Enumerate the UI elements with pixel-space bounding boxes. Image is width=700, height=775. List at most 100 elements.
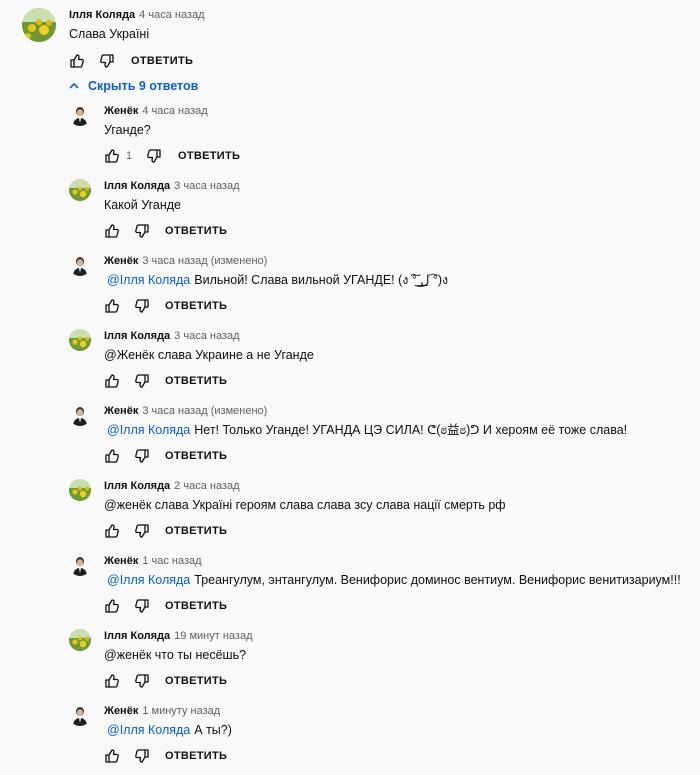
comment-header: Женёк 1 минуту назад bbox=[104, 704, 220, 718]
ilya-avatar[interactable] bbox=[69, 479, 91, 501]
reply-button[interactable]: ОТВЕТИТЬ bbox=[178, 150, 240, 162]
author-name[interactable]: Ілля Коляда bbox=[104, 480, 170, 492]
thumbs-up-icon[interactable] bbox=[104, 673, 120, 689]
thumbs-down-icon[interactable] bbox=[134, 598, 150, 614]
thumbs-up-icon[interactable] bbox=[69, 53, 85, 69]
reply-comment: Ілля Коляда 2 часа назад @женёк слава Укр… bbox=[0, 475, 700, 550]
reply-button[interactable]: ОТВЕТИТЬ bbox=[165, 450, 227, 462]
comment-text: @Ілля Коляда Вильной! Слава вильной УГАНД… bbox=[107, 272, 448, 288]
comment-actions: 1 ОТВЕТИТЬ bbox=[104, 146, 304, 166]
mention-link[interactable]: @Ілля Коляда bbox=[107, 273, 190, 287]
timestamp[interactable]: 3 часа назад bbox=[174, 180, 239, 192]
author-name[interactable]: Женёк bbox=[104, 105, 138, 117]
ilya-avatar[interactable] bbox=[69, 329, 91, 351]
author-name[interactable]: Женёк bbox=[104, 705, 138, 717]
zhenek-avatar[interactable] bbox=[69, 404, 91, 426]
author-name[interactable]: Ілля Коляда bbox=[104, 180, 170, 192]
timestamp[interactable]: 4 часа назад bbox=[142, 105, 207, 117]
timestamp[interactable]: 3 часа назад bbox=[174, 330, 239, 342]
comment-text: Уганде? bbox=[104, 122, 151, 138]
thumbs-up-icon[interactable] bbox=[104, 598, 120, 614]
thumbs-down-icon[interactable] bbox=[99, 53, 115, 69]
comment-body: Слава Україні bbox=[69, 27, 150, 41]
thumbs-up-icon[interactable] bbox=[104, 148, 120, 164]
reply-comment: Ілля Коляда 3 часа назад @Женёк слава Укр… bbox=[0, 325, 700, 400]
comment-body: @женёк что ты несёшь? bbox=[104, 648, 247, 662]
ilya-avatar[interactable] bbox=[69, 179, 91, 201]
ilya-avatar[interactable] bbox=[69, 629, 91, 651]
thumbs-down-icon[interactable] bbox=[134, 448, 150, 464]
reply-button[interactable]: ОТВЕТИТЬ bbox=[165, 300, 227, 312]
author-name[interactable]: Женёк bbox=[104, 255, 138, 267]
timestamp[interactable]: 1 час назад bbox=[142, 555, 201, 567]
reply-button[interactable]: ОТВЕТИТЬ bbox=[165, 225, 227, 237]
timestamp[interactable]: 2 часа назад bbox=[174, 480, 239, 492]
comment-header: Женёк 4 часа назад bbox=[104, 104, 208, 118]
comment-body: Какой Уганде bbox=[104, 198, 182, 212]
comment-actions: ОТВЕТИТЬ bbox=[104, 221, 304, 241]
comment-header: Ілля Коляда 2 часа назад bbox=[104, 479, 240, 493]
thumbs-up-icon[interactable] bbox=[104, 298, 120, 314]
thumbs-up-icon[interactable] bbox=[104, 523, 120, 539]
author-name[interactable]: Женёк bbox=[104, 405, 138, 417]
reply-button[interactable]: ОТВЕТИТЬ bbox=[165, 675, 227, 687]
thumbs-down-icon[interactable] bbox=[134, 748, 150, 764]
comment-header: Ілля Коляда 19 минут назад bbox=[104, 629, 253, 643]
timestamp[interactable]: 1 минуту назад bbox=[142, 705, 220, 717]
ilya-avatar[interactable] bbox=[22, 8, 56, 42]
comment-text: @Ілля Коляда Нет! Только Уганде! УГАНДА Ц… bbox=[107, 422, 627, 438]
mention-link[interactable]: @Ілля Коляда bbox=[107, 573, 190, 587]
author-name[interactable]: Ілля Коляда bbox=[104, 330, 170, 342]
comment-actions: ОТВЕТИТЬ bbox=[104, 671, 304, 691]
hide-replies-toggle[interactable]: Скрыть 9 ответов bbox=[68, 78, 198, 94]
root-comment: Ілля Коляда 4 часа назад Слава Україні ОТ… bbox=[0, 0, 700, 72]
thumbs-down-icon[interactable] bbox=[134, 298, 150, 314]
comment-body: @женёк слава Україні героям слава слава … bbox=[104, 498, 506, 512]
author-name[interactable]: Ілля Коляда bbox=[104, 630, 170, 642]
reply-button[interactable]: ОТВЕТИТЬ bbox=[131, 55, 193, 67]
comment-actions: ОТВЕТИТЬ bbox=[104, 596, 304, 616]
timestamp[interactable]: 3 часа назад (изменено) bbox=[142, 405, 267, 417]
zhenek-avatar[interactable] bbox=[69, 704, 91, 726]
reply-comment: Женёк 1 час назад @Ілля Коляда Треангулум,… bbox=[0, 550, 700, 625]
comment-header: Ілля Коляда 4 часа назад bbox=[69, 8, 205, 22]
comment-text: @Ілля Коляда Треангулум, энтангулум. Вени… bbox=[107, 572, 681, 588]
comment-actions: ОТВЕТИТЬ bbox=[104, 371, 304, 391]
author-name[interactable]: Ілля Коляда bbox=[69, 9, 135, 21]
reply-comment: Женёк 1 минуту назад @Ілля Коляда А ты?) О… bbox=[0, 700, 700, 775]
thumbs-down-icon[interactable] bbox=[134, 673, 150, 689]
comment-body: Треангулум, энтангулум. Венифорис домино… bbox=[194, 573, 681, 587]
thumbs-up-icon[interactable] bbox=[104, 448, 120, 464]
comment-body: Уганде? bbox=[104, 123, 151, 137]
comment-actions: ОТВЕТИТЬ bbox=[104, 446, 304, 466]
thumbs-down-icon[interactable] bbox=[134, 373, 150, 389]
reply-button[interactable]: ОТВЕТИТЬ bbox=[165, 375, 227, 387]
timestamp[interactable]: 19 минут назад bbox=[174, 630, 252, 642]
thumbs-down-icon[interactable] bbox=[134, 223, 150, 239]
zhenek-avatar[interactable] bbox=[69, 554, 91, 576]
timestamp[interactable]: 4 часа назад bbox=[139, 9, 204, 21]
comment-text: @женёк что ты несёшь? bbox=[104, 647, 246, 663]
thumbs-up-icon[interactable] bbox=[104, 373, 120, 389]
reply-button[interactable]: ОТВЕТИТЬ bbox=[165, 525, 227, 537]
toggle-label: Скрыть 9 ответов bbox=[88, 79, 199, 93]
timestamp[interactable]: 3 часа назад (изменено) bbox=[142, 255, 267, 267]
thumbs-down-icon[interactable] bbox=[146, 148, 162, 164]
reply-button[interactable]: ОТВЕТИТЬ bbox=[165, 600, 227, 612]
mention-link[interactable]: @Ілля Коляда bbox=[107, 723, 190, 737]
comment-body: Нет! Только Уганде! УГАНДА ЦЭ СИЛА! ᕦ(ಠ益… bbox=[194, 423, 628, 437]
thumbs-down-icon[interactable] bbox=[134, 523, 150, 539]
thumbs-up-icon[interactable] bbox=[104, 748, 120, 764]
zhenek-avatar[interactable] bbox=[69, 104, 91, 126]
mention-link[interactable]: @Ілля Коляда bbox=[107, 423, 190, 437]
author-name[interactable]: Женёк bbox=[104, 555, 138, 567]
comment-actions: ОТВЕТИТЬ bbox=[104, 521, 304, 541]
comment-header: Женёк 3 часа назад (изменено) bbox=[104, 404, 267, 418]
comment-actions: ОТВЕТИТЬ bbox=[104, 296, 304, 316]
comment-header: Ілля Коляда 3 часа назад bbox=[104, 179, 240, 193]
thumbs-up-icon[interactable] bbox=[104, 223, 120, 239]
comment-text: @женёк слава Україні героям слава слава … bbox=[104, 497, 506, 513]
zhenek-avatar[interactable] bbox=[69, 254, 91, 276]
comment-text: @Ілля Коляда А ты?) bbox=[107, 722, 232, 738]
reply-button[interactable]: ОТВЕТИТЬ bbox=[165, 750, 227, 762]
